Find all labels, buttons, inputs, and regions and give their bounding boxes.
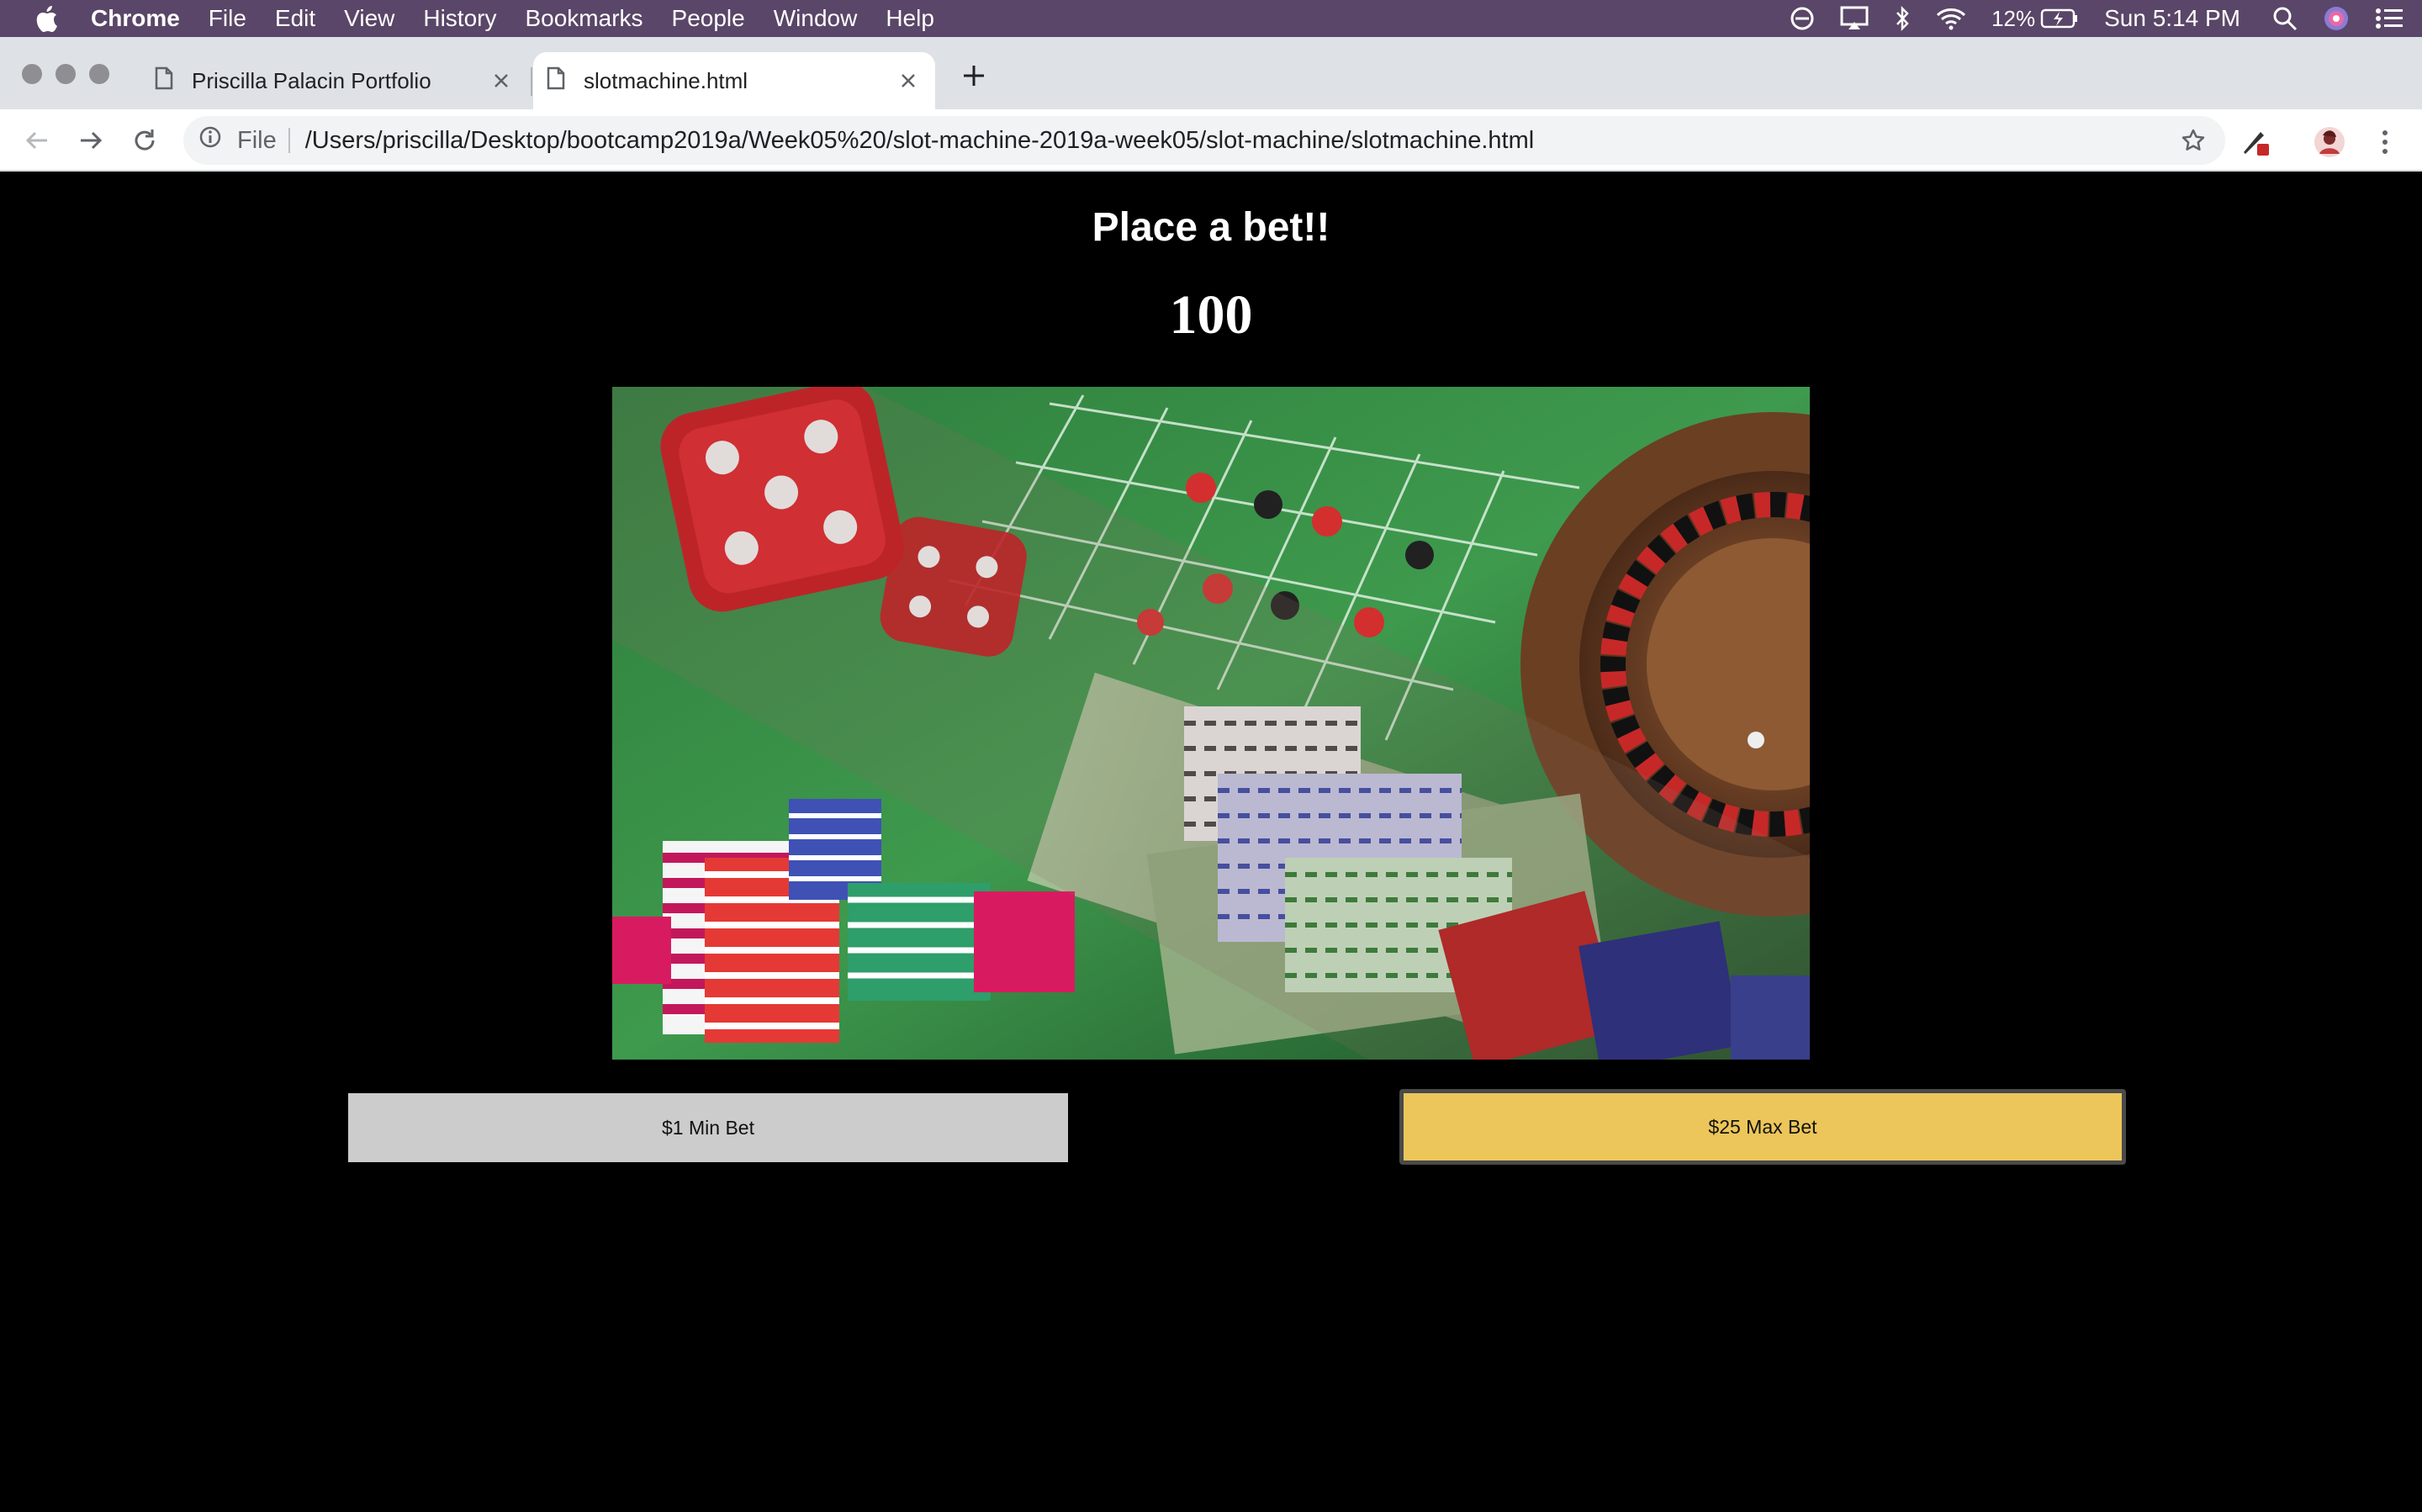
new-tab-icon[interactable] bbox=[957, 59, 991, 93]
spotlight-search-icon[interactable] bbox=[2272, 6, 2298, 31]
siri-icon[interactable] bbox=[2323, 5, 2350, 32]
menubar-status-area: 12% Sun 5:14 PM bbox=[1790, 0, 2422, 37]
tab-title: Priscilla Palacin Portfolio bbox=[192, 67, 431, 93]
menu-history[interactable]: History bbox=[423, 5, 496, 32]
browser-toolbar: File /Users/priscilla/Desktop/bootcamp20… bbox=[0, 109, 2422, 172]
airplay-icon[interactable] bbox=[1840, 6, 1869, 31]
document-icon bbox=[155, 66, 173, 96]
notification-center-icon[interactable] bbox=[2375, 7, 2403, 30]
tab-separator bbox=[531, 67, 532, 96]
menu-edit[interactable]: Edit bbox=[275, 5, 315, 32]
wifi-icon[interactable] bbox=[1936, 7, 1966, 30]
scheme-divider bbox=[288, 128, 290, 153]
close-tab-icon[interactable] bbox=[891, 64, 925, 98]
close-window-button[interactable] bbox=[22, 64, 42, 84]
tab-priscilla-portfolio[interactable]: Priscilla Palacin Portfolio bbox=[141, 52, 528, 109]
battery-charging-icon[interactable] bbox=[2040, 8, 2079, 29]
site-info-icon[interactable] bbox=[198, 125, 222, 156]
casino-image bbox=[612, 387, 1810, 1060]
chrome-menu-icon[interactable] bbox=[2366, 124, 2403, 161]
document-icon bbox=[547, 66, 565, 96]
apple-menu-icon[interactable] bbox=[0, 5, 93, 32]
menu-app-name[interactable]: Chrome bbox=[91, 5, 180, 32]
sync-status-icon[interactable] bbox=[1790, 6, 1815, 31]
battery-percent: 12% bbox=[1991, 5, 2036, 31]
tab-slotmachine[interactable]: slotmachine.html bbox=[533, 52, 935, 109]
menu-window[interactable]: Window bbox=[774, 5, 858, 32]
window-controls bbox=[22, 64, 123, 84]
tab-title: slotmachine.html bbox=[584, 67, 748, 93]
page-heading: Place a bet!! bbox=[1092, 205, 1330, 250]
menu-bookmarks[interactable]: Bookmarks bbox=[525, 5, 643, 32]
extension-eyedropper-icon[interactable] bbox=[2237, 124, 2274, 161]
back-arrow-icon[interactable] bbox=[20, 124, 54, 157]
profile-avatar[interactable] bbox=[2311, 124, 2348, 161]
forward-arrow-icon[interactable] bbox=[74, 124, 108, 157]
menu-help[interactable]: Help bbox=[886, 5, 934, 32]
browser-tab-strip: Priscilla Palacin Portfolio slotmachine.… bbox=[0, 37, 2422, 109]
min-bet-button[interactable]: $1 Min Bet bbox=[348, 1093, 1068, 1162]
reload-icon[interactable] bbox=[128, 124, 161, 157]
macos-menu-bar: Chrome File Edit View History Bookmarks … bbox=[0, 0, 2422, 37]
address-bar[interactable]: File /Users/priscilla/Desktop/bootcamp20… bbox=[183, 116, 2225, 165]
zoom-window-button[interactable] bbox=[89, 64, 109, 84]
url-scheme-label: File bbox=[237, 126, 277, 154]
max-bet-button[interactable]: $25 Max Bet bbox=[1399, 1089, 2126, 1165]
close-tab-icon[interactable] bbox=[484, 64, 518, 98]
minimize-window-button[interactable] bbox=[56, 64, 76, 84]
slot-machine-page: Place a bet!! 100 $1 Min Bet $25 Max Bet bbox=[0, 172, 2422, 1512]
bluetooth-icon[interactable] bbox=[1894, 5, 1911, 32]
bookmark-star-icon[interactable] bbox=[2175, 128, 2212, 153]
menu-people[interactable]: People bbox=[672, 5, 745, 32]
menu-view[interactable]: View bbox=[344, 5, 394, 32]
menu-file[interactable]: File bbox=[209, 5, 246, 32]
balance-display: 100 bbox=[1169, 284, 1253, 346]
menubar-clock[interactable]: Sun 5:14 PM bbox=[2104, 5, 2240, 32]
url-text[interactable]: /Users/priscilla/Desktop/bootcamp2019a/W… bbox=[305, 127, 2175, 155]
